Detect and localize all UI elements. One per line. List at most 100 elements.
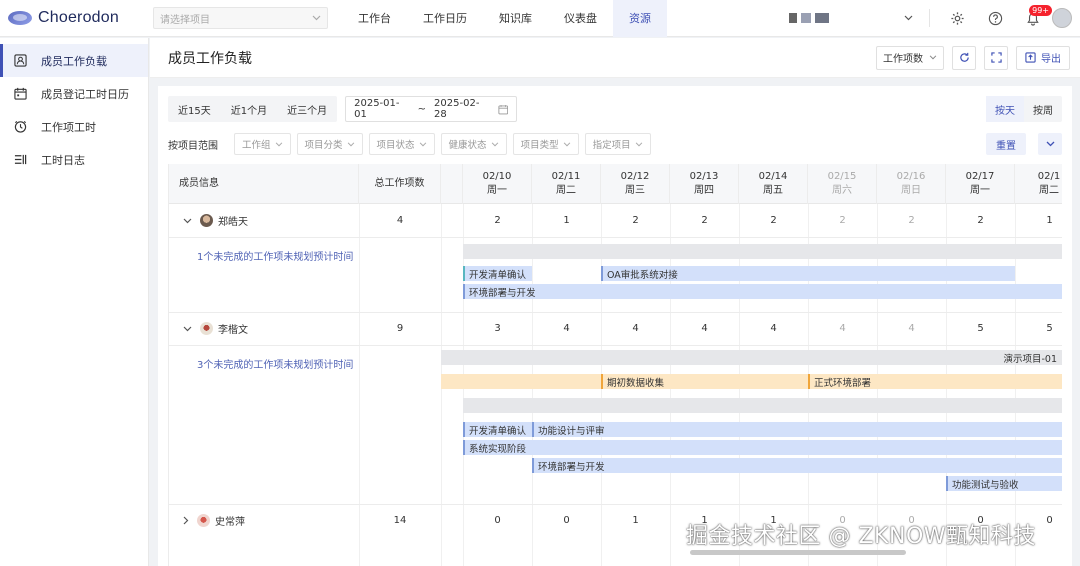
chevron-down-icon	[312, 15, 321, 21]
task-bar[interactable]: 开发清单确认	[463, 422, 532, 437]
task-bar[interactable]: 环境部署与开发	[463, 284, 1062, 299]
task-bar[interactable]: 开发清单确认	[463, 266, 532, 281]
member-avatar	[200, 322, 213, 335]
nav-work-calendar[interactable]: 工作日历	[407, 0, 483, 37]
export-button[interactable]: 导出	[1016, 45, 1070, 70]
col-spacer	[441, 164, 463, 204]
date-separator: ~	[417, 103, 427, 115]
day-count: 5	[1046, 323, 1053, 334]
workload-mode-select[interactable]: 工作项数	[876, 45, 944, 70]
project-filter-row: 按项目范围 工作组 项目分类 项目状态 健康状态 项目类型 指定项目 重置	[168, 132, 1062, 156]
day-header: 02/17 周一	[946, 164, 1015, 204]
settings-gear-icon[interactable]	[944, 5, 970, 31]
nav-knowledge-base[interactable]: 知识库	[483, 0, 548, 37]
collapse-chevron-icon[interactable]	[183, 218, 192, 224]
day-count: 4	[632, 323, 639, 334]
project-summary-bar[interactable]	[463, 398, 1062, 413]
day-date: 02/10	[482, 171, 512, 182]
range-3-months[interactable]: 近三个月	[277, 96, 337, 122]
phase-label[interactable]: 正式环境部署	[810, 374, 1010, 389]
chevron-down-icon	[275, 141, 282, 146]
day-count: 2	[494, 215, 501, 226]
refresh-button[interactable]	[952, 45, 976, 70]
day-weekday: 周一	[970, 185, 990, 196]
task-bar[interactable]: 功能测试与验收	[946, 476, 1062, 491]
view-by-day[interactable]: 按天	[986, 96, 1024, 122]
day-date: 02/1	[1037, 171, 1061, 182]
range-15-days[interactable]: 近15天	[168, 96, 221, 122]
calendar-icon	[498, 104, 508, 114]
day-count: 1	[632, 515, 639, 526]
sidebar-item-work-item-hours[interactable]: 工作项工时	[0, 110, 148, 143]
reset-button[interactable]: 重置	[986, 133, 1026, 155]
task-bar[interactable]: 系统实现阶段	[463, 440, 1062, 455]
view-by-week[interactable]: 按周	[1024, 96, 1062, 122]
chevron-down-icon	[1046, 141, 1054, 147]
unplanned-work-link[interactable]: 3个未完成的工作项未规划预计时间	[197, 356, 353, 371]
task-bar[interactable]: OA审批系统对接	[601, 266, 1015, 281]
user-avatar[interactable]	[1052, 8, 1072, 28]
filter-project-status[interactable]: 项目状态	[368, 133, 435, 155]
member-total: 14	[393, 515, 407, 526]
project-select-placeholder: 请选择项目	[160, 14, 210, 26]
filter-chip-label: 工作组	[242, 140, 271, 151]
nav-resources[interactable]: 资源	[613, 0, 667, 37]
day-header: 02/12 周三	[601, 164, 670, 204]
workload-grid: 成员信息 总工作项数 02/10 周一 02/11 周二 02/12 周三 02/13…	[168, 164, 1062, 566]
sidebar-item-label: 工时日志	[41, 153, 85, 167]
phase-label[interactable]: 期初数据收集	[603, 374, 803, 389]
day-count: 1	[1046, 215, 1053, 226]
nav-dashboard[interactable]: 仪表盘	[548, 0, 613, 37]
log-list-icon	[13, 153, 27, 167]
workload-mode-value: 工作项数	[883, 54, 923, 65]
sidebar-item-member-workload[interactable]: 成员工作负载	[0, 44, 148, 77]
project-summary-bar[interactable]	[463, 244, 1062, 259]
task-bar[interactable]: 环境部署与开发	[532, 458, 1062, 473]
project-scope-label: 按项目范围	[168, 140, 218, 152]
sidebar-item-work-log[interactable]: 工时日志	[0, 143, 148, 176]
member-total: 4	[396, 215, 404, 226]
project-select[interactable]: 请选择项目	[153, 7, 328, 29]
day-header: 02/15 周六	[808, 164, 877, 204]
date-range-picker[interactable]: 2025-01-01 ~ 2025-02-28	[345, 96, 518, 122]
workload-panel: 近15天 近1个月 近三个月 2025-01-01 ~ 2025-02-28 按…	[158, 86, 1072, 566]
day-weekday: 周四	[694, 185, 714, 196]
help-icon[interactable]	[982, 5, 1008, 31]
app-logo[interactable]: Choerodon	[8, 9, 148, 27]
horizontal-scrollbar[interactable]	[690, 550, 906, 555]
filter-specified-project[interactable]: 指定项目	[584, 133, 651, 155]
fullscreen-button[interactable]	[984, 45, 1008, 70]
project-label: 演示项目-01	[1003, 353, 1057, 365]
filter-work-group[interactable]: 工作组	[234, 133, 291, 155]
filter-chip-label: 项目类型	[520, 140, 559, 151]
chevron-down-icon	[563, 141, 570, 146]
page-header: 成员工作负载 工作项数 导出	[150, 38, 1080, 78]
collapse-chevron-icon[interactable]	[183, 326, 192, 332]
unplanned-work-link[interactable]: 1个未完成的工作项未规划预计时间	[197, 248, 353, 263]
task-bar[interactable]: 功能设计与评审	[532, 422, 1062, 437]
org-name-redacted	[789, 13, 829, 23]
organization-switcher[interactable]	[781, 13, 921, 23]
sidebar: 成员工作负载 成员登记工时日历 工作项工时 工时日志	[0, 38, 149, 566]
member-row-li: 李楷文	[169, 312, 248, 345]
project-summary-bar[interactable]: 演示项目-01	[441, 350, 1062, 365]
page-title: 成员工作负载	[168, 50, 252, 67]
day-count: 0	[494, 515, 501, 526]
notification-bell-icon[interactable]: 99+	[1020, 5, 1052, 31]
member-avatar	[197, 514, 210, 527]
filter-health-status[interactable]: 健康状态	[440, 133, 507, 155]
nav-workbench[interactable]: 工作台	[342, 0, 407, 37]
filter-project-type[interactable]: 项目类型	[512, 133, 579, 155]
day-weekday: 周三	[625, 185, 645, 196]
range-1-month[interactable]: 近1个月	[221, 96, 277, 122]
sidebar-item-timesheet-calendar[interactable]: 成员登记工时日历	[0, 77, 148, 110]
main-nav: 工作台 工作日历 知识库 仪表盘 资源	[342, 0, 667, 37]
day-date: 02/11	[551, 171, 581, 182]
member-row-shi: 史常萍	[169, 504, 245, 537]
filter-project-category[interactable]: 项目分类	[296, 133, 363, 155]
expand-filters-button[interactable]	[1038, 133, 1062, 155]
notification-count-badge: 99+	[1029, 5, 1052, 16]
day-weekday: 周一	[487, 185, 507, 196]
logo-text: Choerodon	[38, 9, 119, 26]
expand-chevron-icon[interactable]	[183, 516, 189, 525]
